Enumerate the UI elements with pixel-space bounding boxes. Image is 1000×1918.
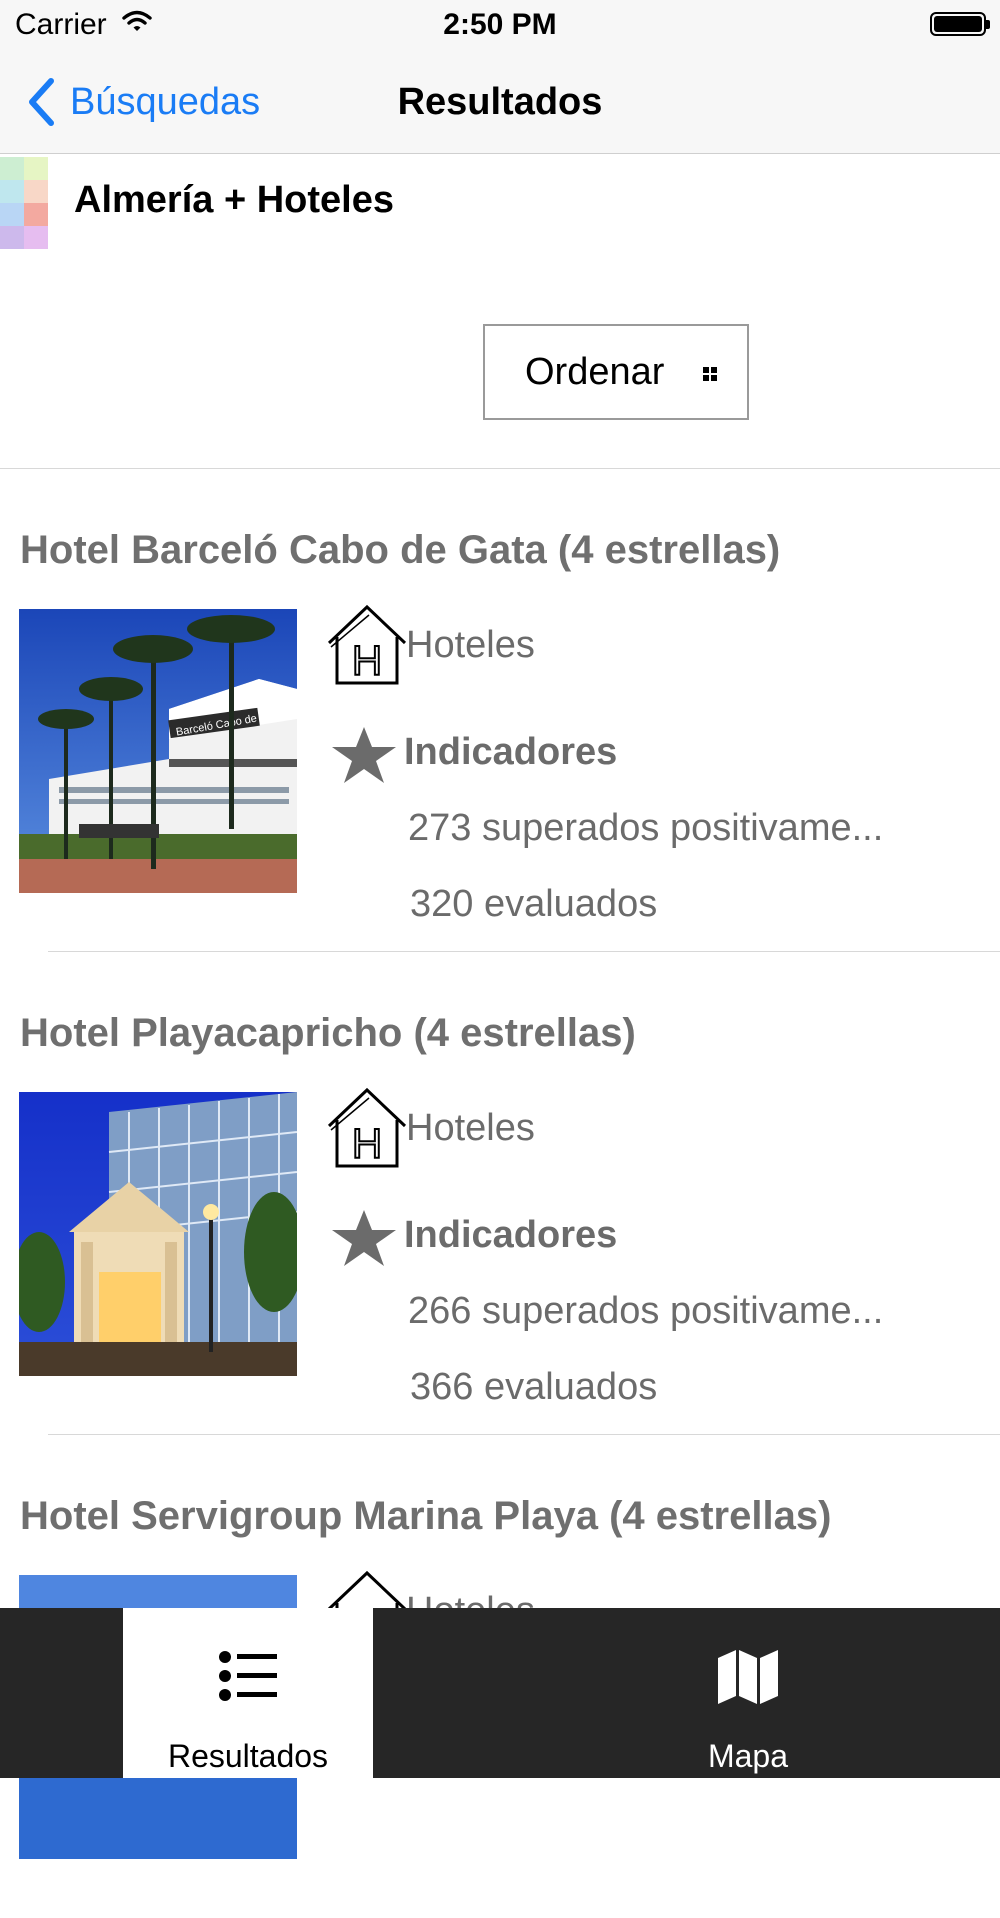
star-icon [332, 727, 396, 783]
svg-text:H: H [352, 637, 382, 684]
sort-label: Ordenar [525, 350, 665, 393]
status-time: 2:50 PM [443, 8, 557, 41]
passed-count: 266 superados positivame... [408, 1290, 884, 1332]
hotel-photo: Barceló Cabo de Gata [19, 609, 297, 893]
indicators-label: Indicadores [404, 1214, 618, 1256]
search-header: Almería + Hoteles [0, 155, 1000, 250]
sort-button[interactable]: Ordenar [483, 324, 749, 420]
hotel-category-icon: H [327, 604, 407, 685]
tab-label: Mapa [707, 1738, 789, 1774]
evaluated-count: 366 evaluados [410, 1366, 658, 1408]
page-title: Resultados [397, 81, 603, 123]
list-icon [219, 1651, 277, 1701]
result-item[interactable]: Hotel Barceló Cabo de Gata (4 estrellas)… [0, 469, 1000, 952]
tab-resultados[interactable]: Resultados [123, 1608, 373, 1778]
passed-count: 273 superados positivame... [408, 807, 884, 849]
evaluated-count: 320 evaluados [410, 883, 658, 925]
tab-mapa[interactable]: Mapa [623, 1608, 873, 1778]
sort-grid-icon [703, 367, 717, 381]
hotel-photo [19, 1092, 297, 1376]
map-icon [718, 1650, 778, 1704]
tab-bar: Resultados Mapa [0, 1608, 1000, 1778]
search-logo [0, 157, 48, 249]
result-title: Hotel Barceló Cabo de Gata (4 estrellas) [20, 528, 781, 572]
navigation-bar: Búsquedas Resultados [0, 50, 1000, 154]
category-label: Hoteles [406, 1107, 535, 1149]
svg-text:H: H [352, 1120, 382, 1167]
star-icon [332, 1210, 396, 1266]
battery-icon [930, 12, 990, 36]
indicators-label: Indicadores [404, 731, 618, 773]
tab-label: Resultados [167, 1738, 329, 1774]
result-title: Hotel Playacapricho (4 estrellas) [20, 1011, 636, 1055]
search-title: Almería + Hoteles [74, 179, 394, 221]
result-title: Hotel Servigroup Marina Playa (4 estrell… [20, 1494, 832, 1538]
hotel-category-icon: H [327, 1087, 407, 1168]
status-bar: Carrier 2:50 PM [0, 0, 1000, 50]
result-item[interactable]: Hotel Playacapricho (4 estrellas) H Hote… [0, 952, 1000, 1435]
category-label: Hoteles [406, 624, 535, 666]
